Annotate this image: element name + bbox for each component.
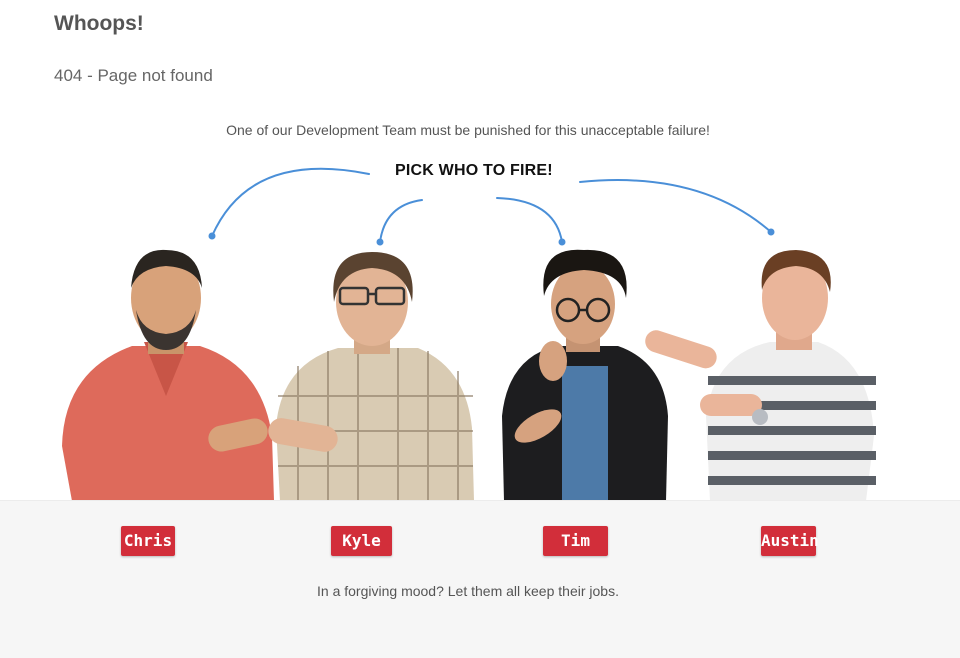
arc-dot-kyle — [376, 238, 384, 246]
photo-chris[interactable] — [60, 246, 275, 502]
fire-austin-button[interactable]: Austin — [761, 526, 819, 556]
photo-austin[interactable] — [640, 246, 880, 502]
arc-austin — [579, 179, 772, 233]
arc-dot-austin — [767, 228, 775, 236]
arc-tim — [496, 197, 563, 243]
arc-kyle — [379, 199, 423, 243]
arc-dot-tim — [558, 238, 566, 246]
team-band — [0, 500, 960, 658]
fire-chris-button[interactable]: Chris — [121, 526, 175, 556]
photo-kyle[interactable] — [268, 246, 483, 502]
arc-dot-chris — [208, 232, 216, 240]
fire-tim-button[interactable]: Tim — [543, 526, 608, 556]
arc-chris — [211, 167, 370, 237]
fire-kyle-button[interactable]: Kyle — [331, 526, 392, 556]
forgive-link[interactable]: In a forgiving mood? Let them all keep t… — [0, 583, 936, 599]
pointer-arcs — [208, 167, 775, 246]
